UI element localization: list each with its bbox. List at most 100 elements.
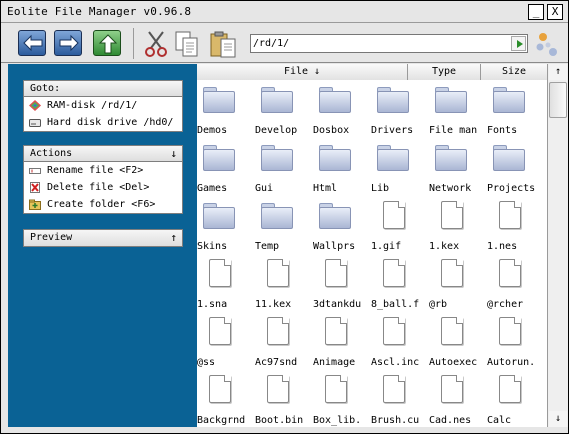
file-item[interactable]: Animage <box>313 313 371 371</box>
folder-item[interactable]: Projects <box>487 139 545 197</box>
file-item[interactable]: @rb <box>429 255 487 313</box>
file-item[interactable]: 1.gif <box>371 197 429 255</box>
folder-item[interactable]: Html <box>313 139 371 197</box>
file-icon <box>499 259 521 287</box>
file-item[interactable]: @ss <box>197 313 255 371</box>
file-name: Brush.cu <box>371 415 420 426</box>
file-name: Box_lib. <box>313 415 362 426</box>
file-name: Wallprs <box>313 241 356 252</box>
file-name: Ascl.inc <box>371 357 420 368</box>
folder-item[interactable]: File man <box>429 81 487 139</box>
file-item[interactable]: Ascl.inc <box>371 313 429 371</box>
back-button[interactable] <box>18 30 46 56</box>
file-name: Cad.nes <box>429 415 472 426</box>
folder-item[interactable]: Fonts <box>487 81 545 139</box>
scroll-up-button[interactable]: ↑ <box>549 64 567 80</box>
forward-button[interactable] <box>54 30 82 56</box>
file-name: 11.kex <box>255 299 292 310</box>
action-label: Create folder <F6> <box>47 199 156 210</box>
scroll-down-button[interactable]: ↓ <box>549 411 567 427</box>
title-bar[interactable]: Eolite File Manager v0.96.8 _ X <box>1 1 568 23</box>
path-input[interactable] <box>253 36 508 51</box>
folder-icon <box>261 203 293 229</box>
action-delete[interactable]: Delete file <Del> <box>24 179 182 196</box>
actions-panel-header[interactable]: Actions ↓ <box>24 146 182 162</box>
file-item[interactable]: 3dtankdu <box>313 255 371 313</box>
file-item[interactable]: @rcher <box>487 255 545 313</box>
paste-icon <box>210 31 236 58</box>
file-icon <box>267 259 289 287</box>
folder-item[interactable]: Dosbox <box>313 81 371 139</box>
copy-button[interactable] <box>173 30 201 57</box>
folder-icon <box>203 145 235 171</box>
folder-item[interactable]: Develop <box>255 81 313 139</box>
folder-icon <box>377 145 409 171</box>
file-name: @rcher <box>487 299 524 310</box>
file-item[interactable]: Box_lib. <box>313 371 371 427</box>
cut-button[interactable] <box>142 30 170 57</box>
file-item[interactable]: Backgrnd <box>197 371 255 427</box>
goto-item-ram-disk[interactable]: RAM-disk /rd/1/ <box>24 97 182 114</box>
file-item[interactable]: 1.kex <box>429 197 487 255</box>
file-name: 8_ball.f <box>371 299 420 310</box>
file-name: @ss <box>197 357 216 368</box>
file-name: Boot.bin <box>255 415 304 426</box>
file-item[interactable]: Autorun. <box>487 313 545 371</box>
minimize-button[interactable]: _ <box>528 4 544 20</box>
action-rename[interactable]: Rename file <F2> <box>24 162 182 179</box>
file-name: Autorun. <box>487 357 536 368</box>
folder-icon <box>261 87 293 113</box>
folder-item[interactable]: Temp <box>255 197 313 255</box>
folder-item[interactable]: Skins <box>197 197 255 255</box>
go-button[interactable] <box>511 36 526 51</box>
folder-icon <box>319 145 351 171</box>
path-field[interactable] <box>250 34 528 53</box>
close-button[interactable]: X <box>547 4 563 20</box>
folder-item[interactable]: Drivers <box>371 81 429 139</box>
file-item[interactable]: Autoexec <box>429 313 487 371</box>
file-list[interactable]: File ↓ Type Size Demos Develop Dosbox Drive… <box>197 64 547 427</box>
file-item[interactable]: 11.kex <box>255 255 313 313</box>
preview-panel-header[interactable]: Preview ↑ <box>24 230 182 246</box>
folder-item[interactable]: Games <box>197 139 255 197</box>
file-item[interactable]: 8_ball.f <box>371 255 429 313</box>
file-item[interactable]: Ac97snd <box>255 313 313 371</box>
vertical-scrollbar[interactable]: ↑ ↓ <box>547 64 568 427</box>
column-header-type[interactable]: Type <box>407 64 480 80</box>
goto-panel: Goto: RAM-disk /rd/1/ Hard disk drive /h… <box>23 80 183 132</box>
up-button[interactable] <box>93 30 121 56</box>
file-icon <box>441 201 463 229</box>
file-item[interactable]: Calc <box>487 371 545 427</box>
file-item[interactable]: Boot.bin <box>255 371 313 427</box>
folder-item[interactable]: Network <box>429 139 487 197</box>
file-icon <box>383 259 405 287</box>
column-header-size[interactable]: Size <box>480 64 547 80</box>
folder-icon <box>203 203 235 229</box>
file-icon <box>383 201 405 229</box>
file-icon <box>209 259 231 287</box>
action-label: Rename file <F2> <box>47 165 144 176</box>
folder-item[interactable]: Demos <box>197 81 255 139</box>
column-header-file[interactable]: File ↓ <box>197 64 407 80</box>
folder-item[interactable]: Wallprs <box>313 197 371 255</box>
up-arrow-icon <box>98 34 118 54</box>
file-item[interactable]: 1.sna <box>197 255 255 313</box>
file-item[interactable]: 1.nes <box>487 197 545 255</box>
chevron-up-icon[interactable]: ↑ <box>170 230 177 245</box>
preview-panel: Preview ↑ <box>23 229 183 247</box>
file-grid: Demos Develop Dosbox Drivers File man Fonts Ga… <box>197 81 547 427</box>
chevron-down-icon[interactable]: ↓ <box>170 146 177 161</box>
goto-item-label: RAM-disk /rd/1/ <box>47 100 138 111</box>
file-icon <box>383 375 405 403</box>
file-item[interactable]: Brush.cu <box>371 371 429 427</box>
folder-item[interactable]: Gui <box>255 139 313 197</box>
folder-item[interactable]: Lib <box>371 139 429 197</box>
goto-item-hard-disk[interactable]: Hard disk drive /hd0/ <box>24 114 182 131</box>
scroll-thumb[interactable] <box>549 82 567 118</box>
folder-icon <box>493 145 525 171</box>
action-create-folder[interactable]: Create folder <F6> <box>24 196 182 213</box>
paste-button[interactable] <box>209 30 237 58</box>
file-name: Demos <box>197 125 228 136</box>
ram-disk-icon <box>29 100 41 111</box>
file-item[interactable]: Cad.nes <box>429 371 487 427</box>
